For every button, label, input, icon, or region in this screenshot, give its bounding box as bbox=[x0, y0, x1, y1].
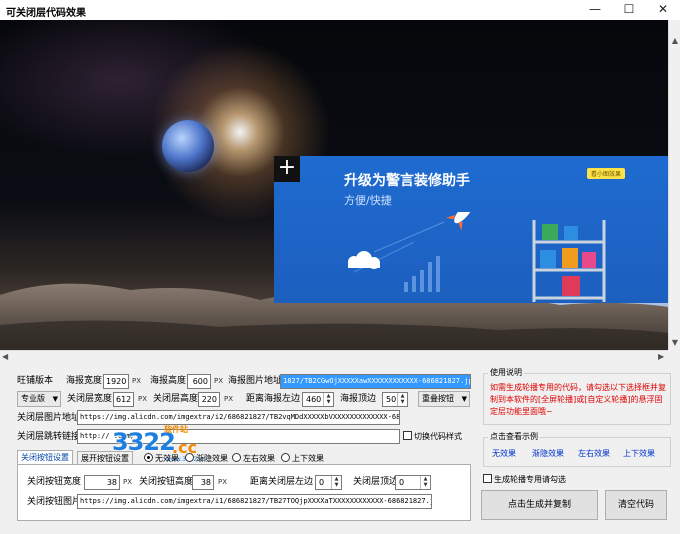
offset-left-label: 距离海报左边 bbox=[246, 394, 301, 404]
unit-px: PX bbox=[138, 395, 148, 403]
effect-radio-vertical[interactable]: 上下效果 bbox=[281, 453, 324, 464]
poster-height-input[interactable]: 600 bbox=[187, 374, 211, 389]
vertical-scrollbar[interactable]: ▲ ▼ bbox=[668, 20, 680, 350]
example-link-vertical[interactable]: 上下效果 bbox=[623, 448, 655, 459]
spinner-arrows-icon[interactable]: ▲ ▼ bbox=[323, 393, 333, 406]
version-select[interactable]: 专业版 ▼ bbox=[17, 391, 61, 407]
close-btn-img-label: 关闭按钮图片 bbox=[27, 497, 82, 507]
example-link-none[interactable]: 无效果 bbox=[492, 448, 516, 459]
usage-title: 使用说明 bbox=[488, 368, 524, 378]
radio-icon bbox=[185, 453, 194, 462]
close-btn-offset-left-value: 0 bbox=[319, 478, 325, 487]
effect-radio-label: 无效果 bbox=[155, 454, 179, 463]
example-link-fade[interactable]: 渐隐效果 bbox=[532, 448, 564, 459]
switch-code-checkbox[interactable]: 切换代码样式 bbox=[403, 431, 462, 442]
overlay-select-value: 重叠按钮 bbox=[422, 394, 454, 403]
close-layer-link-label: 关闭层跳转链接 bbox=[17, 432, 81, 442]
close-btn-height-input[interactable]: 38 bbox=[192, 475, 214, 490]
close-btn-offset-left-spinner[interactable]: 0 ▲ ▼ bbox=[315, 475, 342, 490]
close-btn-height-label: 关闭按钮高度 bbox=[139, 477, 194, 487]
effect-radio-fade[interactable]: 渐隐效果 bbox=[185, 453, 228, 464]
effect-radio-label: 上下效果 bbox=[292, 454, 324, 463]
scroll-down-icon[interactable]: ▼ bbox=[669, 338, 680, 347]
close-layer-img-label: 关闭层图片地址 bbox=[17, 413, 81, 423]
banner-headline: 升级为警言装修助手 bbox=[344, 173, 470, 189]
radio-selected-icon bbox=[144, 453, 153, 462]
version-select-value: 专业版 bbox=[21, 394, 45, 403]
unit-px: PX bbox=[218, 478, 228, 486]
radio-icon bbox=[281, 453, 290, 462]
switch-code-label: 切换代码样式 bbox=[414, 432, 462, 441]
window-title: 可关闭层代码效果 bbox=[6, 8, 86, 19]
close-btn-offset-top-spinner[interactable]: 0 ▲ ▼ bbox=[395, 475, 431, 490]
scroll-up-icon[interactable]: ▲ bbox=[669, 36, 680, 45]
examples-title: 点击查看示例 bbox=[488, 432, 540, 442]
offset-top-spinner[interactable]: 50 ▲ ▼ bbox=[382, 392, 408, 407]
effect-radio-label: 渐隐效果 bbox=[196, 454, 228, 463]
promo-banner: + 升级为警言装修助手 方便/快捷 看小图效果 bbox=[274, 156, 668, 303]
spinner-arrows-icon[interactable]: ▲ ▼ bbox=[420, 476, 430, 489]
poster-height-label: 海报高度 bbox=[150, 376, 187, 386]
checkbox-icon bbox=[483, 474, 492, 483]
carousel-checkbox-label: 生成轮播专用请勾选 bbox=[494, 475, 566, 484]
effect-radio-label: 左右效果 bbox=[243, 454, 275, 463]
planet-image bbox=[162, 120, 214, 172]
close-layer-width-input[interactable]: 612 bbox=[113, 392, 134, 407]
close-btn-offset-left-label: 距离关闭层左边 bbox=[250, 477, 314, 487]
banner-tag: 看小图效果 bbox=[587, 168, 626, 179]
poster-img-input[interactable]: 1827/TB2CGwOjXXXXXawXXXXXXXXXXXX-6868218… bbox=[280, 374, 471, 389]
poster-img-label: 海报图片地址 bbox=[228, 376, 283, 386]
offset-top-label: 海报顶边 bbox=[340, 394, 377, 404]
minimize-button[interactable]: — bbox=[578, 0, 612, 20]
horizontal-scrollbar[interactable]: ◀ ▶ bbox=[0, 350, 668, 362]
chevron-down-icon: ▼ bbox=[52, 395, 58, 403]
unit-px: PX bbox=[224, 395, 234, 403]
tab-close-button-settings[interactable]: 关闭按钮设置 bbox=[17, 450, 73, 465]
carousel-checkbox[interactable]: 生成轮播专用请勾选 bbox=[483, 474, 566, 485]
usage-note: 如需生成轮播专用的代码，请勾选以下选择框并复制到本软件的[全屏轮播]或[自定义轮… bbox=[490, 383, 666, 416]
close-button-settings-panel bbox=[17, 464, 471, 521]
overlay-select[interactable]: 重叠按钮 ▼ bbox=[418, 391, 470, 407]
offset-top-value: 50 bbox=[386, 395, 397, 404]
close-layer-height-label: 关闭层高度 bbox=[153, 394, 199, 404]
unit-px: PX bbox=[123, 478, 133, 486]
version-label: 旺铺版本 bbox=[17, 376, 54, 386]
offset-left-spinner[interactable]: 460 ▲ ▼ bbox=[302, 392, 334, 407]
title-bar: 可关闭层代码效果 — ☐ ✕ bbox=[0, 0, 680, 20]
maximize-button[interactable]: ☐ bbox=[612, 0, 646, 20]
clear-code-button[interactable]: 清空代码 bbox=[605, 490, 667, 520]
checkbox-icon bbox=[403, 431, 412, 440]
close-btn-offset-top-label: 关闭层顶边 bbox=[353, 477, 399, 487]
close-layer-height-input[interactable]: 220 bbox=[198, 392, 220, 407]
scroll-right-icon[interactable]: ▶ bbox=[658, 351, 664, 363]
poster-width-input[interactable]: 1920 bbox=[103, 374, 129, 389]
spinner-arrows-icon[interactable]: ▲ ▼ bbox=[397, 393, 407, 406]
effect-radio-none[interactable]: 无效果 bbox=[144, 453, 179, 464]
generate-copy-button[interactable]: 点击生成并复制 bbox=[481, 490, 598, 520]
example-link-horizontal[interactable]: 左右效果 bbox=[578, 448, 610, 459]
offset-left-value: 460 bbox=[306, 395, 322, 404]
preview-area: + 升级为警言装修助手 方便/快捷 看小图效果 bbox=[0, 20, 668, 350]
close-layer-width-label: 关闭层宽度 bbox=[67, 394, 113, 404]
close-btn-offset-top-value: 0 bbox=[399, 478, 405, 487]
banner-close-icon[interactable]: + bbox=[274, 156, 300, 182]
watermark-site: 软件站 bbox=[164, 425, 188, 434]
close-layer-img-input[interactable]: https://img.alicdn.com/imgextra/i2/68682… bbox=[77, 410, 400, 425]
poster-width-label: 海报宽度 bbox=[66, 376, 103, 386]
unit-px: PX bbox=[214, 377, 224, 385]
scroll-left-icon[interactable]: ◀ bbox=[2, 351, 8, 363]
close-btn-width-input[interactable]: 38 bbox=[84, 475, 120, 490]
effect-radio-horizontal[interactable]: 左右效果 bbox=[232, 453, 275, 464]
banner-subline: 方便/快捷 bbox=[344, 194, 392, 207]
unit-px: PX bbox=[132, 377, 142, 385]
chevron-down-icon: ▼ bbox=[461, 395, 467, 403]
banner-illustration bbox=[348, 212, 606, 302]
radio-icon bbox=[232, 453, 241, 462]
close-btn-img-input[interactable]: https://img.alicdn.com/imgextra/i1/68682… bbox=[77, 494, 432, 509]
spinner-arrows-icon[interactable]: ▲ ▼ bbox=[331, 476, 341, 489]
close-button[interactable]: ✕ bbox=[646, 0, 680, 20]
close-btn-width-label: 关闭按钮宽度 bbox=[27, 477, 82, 487]
